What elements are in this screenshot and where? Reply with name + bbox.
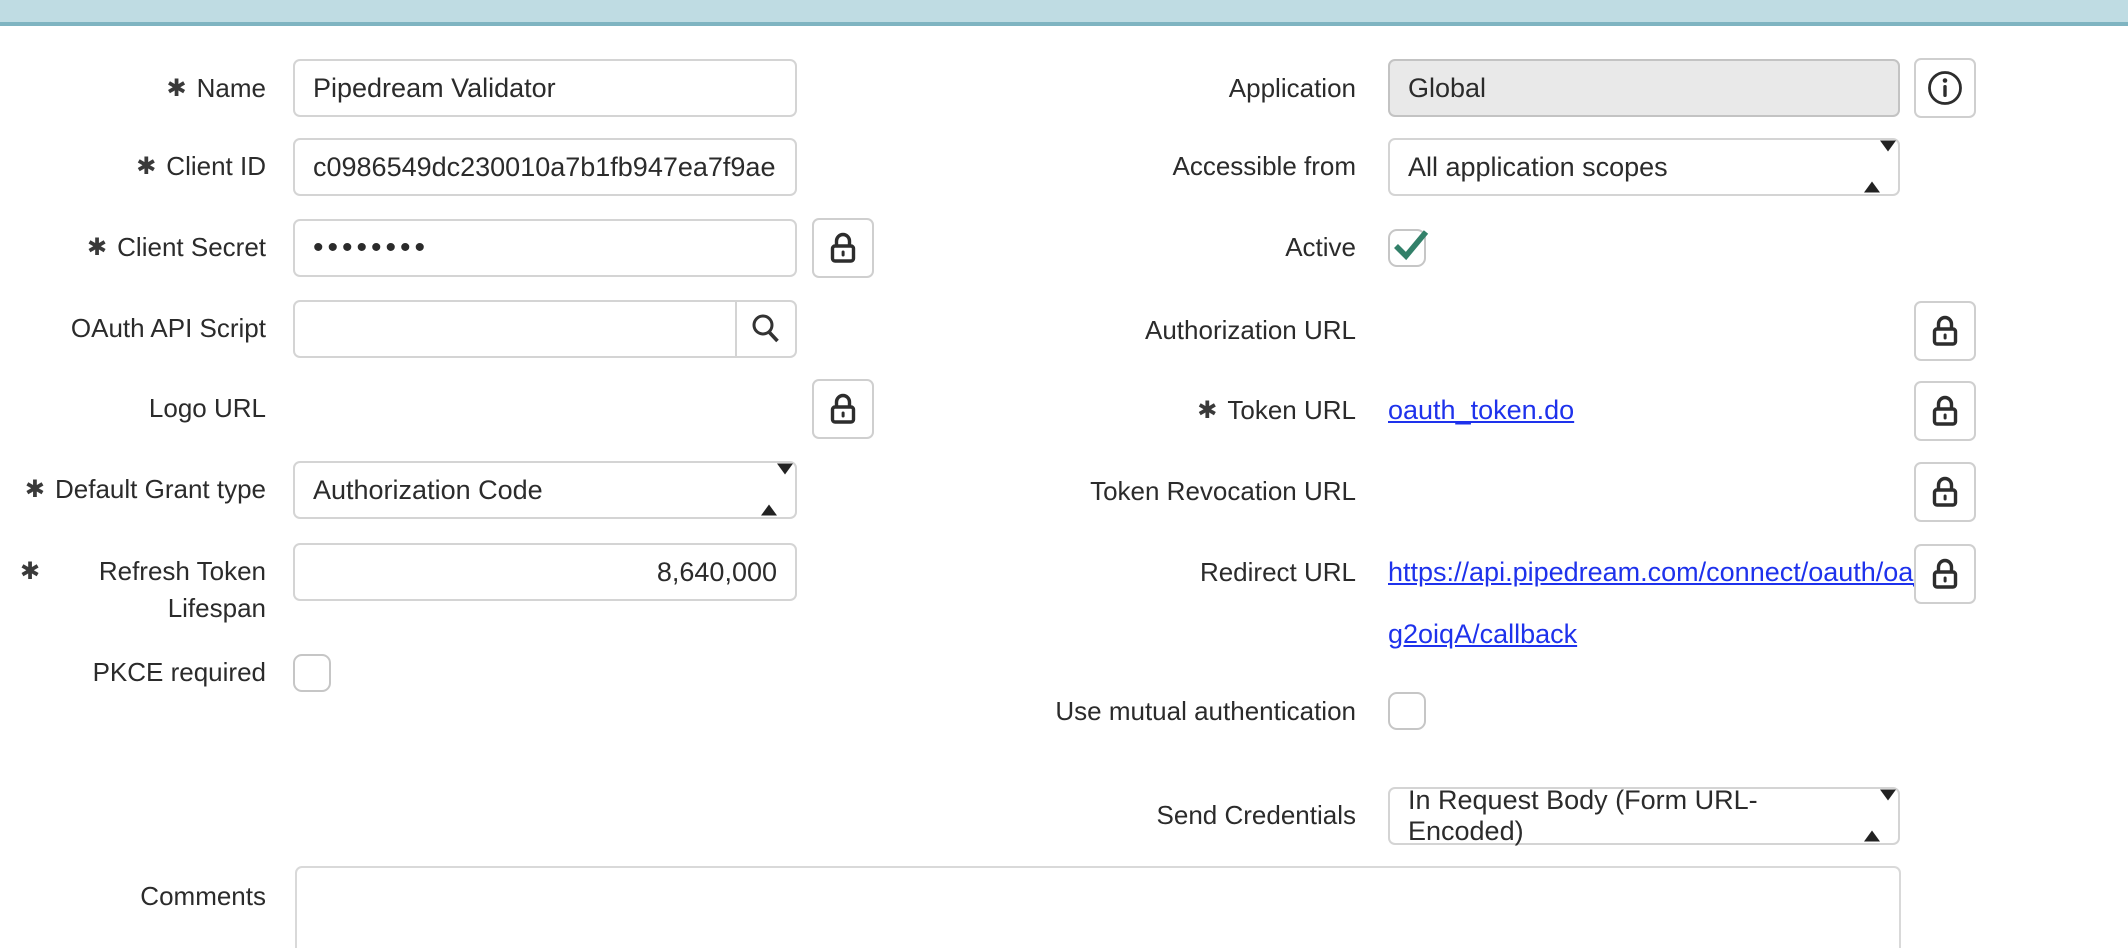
default-grant-type-select[interactable]: Authorization Code: [293, 461, 797, 519]
lock-icon: [1930, 394, 1960, 428]
redirect-url-label: Redirect URL: [1050, 554, 1356, 591]
application-info-button[interactable]: [1914, 58, 1976, 118]
client-secret-field[interactable]: [293, 219, 797, 277]
active-label: Active: [1050, 229, 1356, 266]
name-label: ✱ Name: [20, 70, 266, 107]
checkmark-icon: [1393, 227, 1429, 263]
use-mutual-authentication-checkbox[interactable]: [1388, 692, 1426, 730]
authorization-url-lock-button[interactable]: [1914, 301, 1976, 361]
send-credentials-label: Send Credentials: [1050, 797, 1356, 834]
lock-icon: [828, 231, 858, 265]
form-header-strip: [0, 0, 2128, 26]
required-icon: ✱: [25, 471, 45, 508]
client-id-field[interactable]: [293, 138, 797, 196]
refresh-token-lifespan-label: ✱ Refresh Token Lifespan: [20, 553, 266, 627]
select-spinner-icon: [761, 475, 777, 506]
client-secret-lock-button[interactable]: [812, 218, 874, 278]
client-secret-label: ✱ Client Secret: [20, 229, 266, 266]
authorization-url-label: Authorization URL: [1050, 312, 1356, 349]
info-icon: [1926, 69, 1964, 107]
pkce-required-checkbox[interactable]: [293, 654, 331, 692]
select-spinner-icon: [1864, 801, 1880, 832]
required-icon: ✱: [1197, 392, 1217, 429]
lock-icon: [1930, 314, 1960, 348]
comments-textarea[interactable]: [295, 866, 1901, 948]
send-credentials-select[interactable]: In Request Body (Form URL-Encoded): [1388, 787, 1900, 845]
lock-icon: [1930, 557, 1960, 591]
use-mutual-authentication-label: Use mutual authentication: [1050, 693, 1356, 730]
search-icon: [749, 312, 783, 346]
lock-icon: [1930, 475, 1960, 509]
token-url-label: ✱ Token URL: [1050, 392, 1356, 429]
required-icon: ✱: [167, 70, 187, 107]
token-revocation-url-lock-button[interactable]: [1914, 462, 1976, 522]
token-url-link[interactable]: oauth_token.do: [1388, 392, 1574, 429]
lock-icon: [828, 392, 858, 426]
select-spinner-icon: [1864, 152, 1880, 183]
token-url-lock-button[interactable]: [1914, 381, 1976, 441]
comments-label: Comments: [20, 878, 266, 915]
redirect-url-link[interactable]: https://api.pipedream.com/connect/oauth/…: [1388, 554, 1928, 591]
logo-url-lock-button[interactable]: [812, 379, 874, 439]
refresh-token-lifespan-field[interactable]: [293, 543, 797, 601]
redirect-url-link-line2[interactable]: g2oiqA/callback: [1388, 616, 1577, 653]
client-id-label: ✱ Client ID: [20, 148, 266, 185]
accessible-from-select[interactable]: All application scopes: [1388, 138, 1900, 196]
default-grant-type-label: ✱ Default Grant type: [20, 471, 266, 508]
oauth-api-script-label: OAuth API Script: [20, 310, 266, 347]
reference-lookup-button[interactable]: [735, 302, 795, 356]
redirect-url-lock-button[interactable]: [1914, 544, 1976, 604]
required-icon: ✱: [87, 229, 107, 266]
application-label: Application: [1050, 70, 1356, 107]
oauth-api-script-field[interactable]: [293, 300, 797, 358]
required-icon: ✱: [20, 553, 40, 590]
logo-url-label: Logo URL: [20, 390, 266, 427]
oauth-registry-form: ✱ Name ✱ Client ID ✱ Client Secret OAuth…: [0, 0, 2128, 948]
name-field[interactable]: [293, 59, 797, 117]
active-checkbox[interactable]: [1388, 229, 1426, 267]
required-icon: ✱: [136, 148, 156, 185]
accessible-from-label: Accessible from: [1050, 148, 1356, 185]
token-revocation-url-label: Token Revocation URL: [1050, 473, 1356, 510]
application-field: Global: [1388, 59, 1900, 117]
pkce-required-label: PKCE required: [20, 654, 266, 691]
